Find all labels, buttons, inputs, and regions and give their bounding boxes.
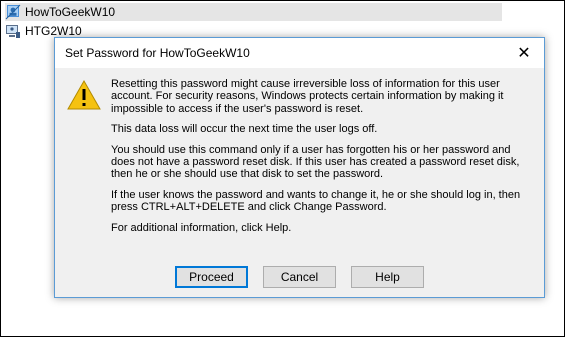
dialog-button-row: Proceed Cancel Help bbox=[175, 266, 424, 288]
cancel-button[interactable]: Cancel bbox=[263, 266, 336, 288]
set-password-dialog: Set Password for HowToGeekW10 ✕ Resettin… bbox=[54, 37, 545, 298]
message-paragraph-5: For additional information, click Help. bbox=[111, 221, 292, 234]
message-paragraph-3: You should use this command only if a us… bbox=[111, 143, 520, 181]
dialog-content: Resetting this password might cause irre… bbox=[55, 68, 544, 297]
message-paragraph-4: If the user knows the password and wants… bbox=[111, 188, 521, 214]
close-button[interactable]: ✕ bbox=[504, 38, 544, 68]
tree-item-label: HowToGeekW10 bbox=[25, 5, 116, 19]
dialog-title: Set Password for HowToGeekW10 bbox=[65, 46, 250, 60]
dialog-titlebar: Set Password for HowToGeekW10 ✕ bbox=[55, 38, 544, 68]
user-icon bbox=[5, 4, 21, 20]
warning-icon bbox=[67, 80, 101, 110]
tree-item-label: HTG2W10 bbox=[25, 24, 82, 38]
message-paragraph-1: Resetting this password might cause irre… bbox=[111, 78, 504, 115]
message-paragraph-2: This data loss will occur the next time … bbox=[111, 123, 378, 136]
dialog-message: Resetting this password might cause irre… bbox=[111, 78, 531, 242]
help-button[interactable]: Help bbox=[351, 266, 424, 288]
tree-item-howtogeekw10[interactable]: HowToGeekW10 bbox=[5, 3, 502, 21]
proceed-button[interactable]: Proceed bbox=[175, 266, 248, 288]
computer-user-icon bbox=[6, 25, 20, 38]
